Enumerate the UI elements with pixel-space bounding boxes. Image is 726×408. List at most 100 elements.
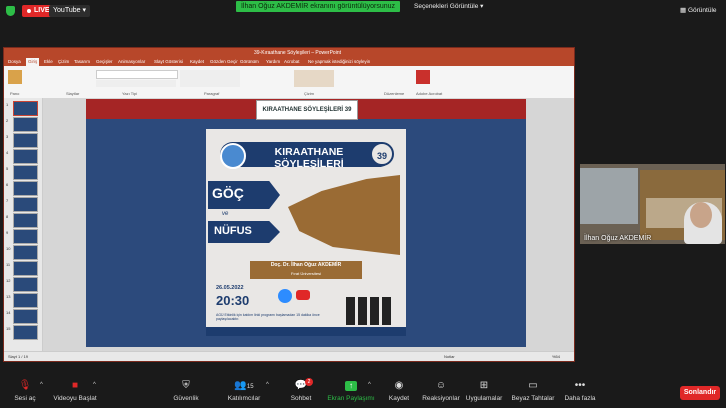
slide-thumbnail[interactable] [13, 325, 38, 340]
chat-unread-badge: 2 [305, 378, 313, 386]
slide-thumbnail[interactable] [13, 277, 38, 292]
ppt-tab[interactable]: Giriş [26, 58, 40, 66]
slide-thumbnail[interactable] [13, 133, 38, 148]
end-meeting-button[interactable]: Sonlandır [680, 386, 720, 400]
ppt-tab[interactable]: Gözden Geçir [210, 58, 238, 66]
thumb-number: 6 [6, 182, 9, 187]
thumb-number: 15 [6, 326, 11, 331]
slide-thumbnail[interactable] [13, 165, 38, 180]
more-button[interactable]: ••• Daha fazla [562, 374, 598, 408]
start-video-button[interactable]: ■ Videoyu Başlat [52, 374, 98, 408]
slide-thumbnail[interactable] [13, 149, 38, 164]
ppt-tab[interactable]: Yardım [266, 58, 280, 66]
start-video-label: Videoyu Başlat [53, 395, 97, 402]
record-button[interactable]: ◉ Kaydet [385, 374, 413, 408]
slide-header-title: KIRAATHANE SÖYLEŞİLERİ [262, 107, 344, 113]
chat-label: Sohbet [290, 395, 312, 402]
slide-counter: Slayt 1 / 19 [8, 354, 29, 359]
youtube-dropdown[interactable]: YouTube ▾ [49, 5, 90, 17]
participants-button[interactable]: 👥15 Katılımcılar [224, 374, 264, 408]
ribbon-group-label: Düzenleme [384, 91, 405, 96]
ribbon-group-label: Pano [10, 91, 20, 96]
apps-icon: ⊞ [479, 380, 489, 391]
slide-thumbnail[interactable] [13, 229, 38, 244]
chevron-up-icon[interactable]: ^ [93, 382, 96, 388]
thumb-number: 3 [6, 134, 9, 139]
slide-thumbnail-pane: 1 2 3 4 5 6 7 8 9 10 11 12 13 14 15 [4, 98, 43, 351]
thumb-number: 2 [6, 118, 9, 123]
slide[interactable]: KIRAATHANE SÖYLEŞİLERİ 39 KIRAATHANE SÖY… [86, 99, 526, 347]
slide-thumbnail[interactable] [13, 213, 38, 228]
gallery-view-button[interactable]: ▦ Görüntüle [680, 6, 717, 14]
chevron-up-icon[interactable]: ^ [40, 382, 43, 388]
youtube-logo-icon [296, 290, 310, 300]
unmute-button[interactable]: 🎙 Sesi aç [8, 374, 42, 408]
whiteboards-button[interactable]: ▭ Beyaz Tahtalar [510, 374, 556, 408]
unmute-label: Sesi aç [14, 395, 36, 402]
ppt-tab[interactable]: Ekle [44, 58, 53, 66]
chevron-up-icon[interactable]: ^ [266, 382, 269, 388]
social-column [382, 297, 391, 325]
screen-share-banner: İlhan Oğuz AKDEMİR ekranını görüntülüyor… [236, 1, 400, 12]
chat-button[interactable]: 💬 2 Sohbet [286, 374, 316, 408]
shield-icon[interactable] [6, 6, 15, 16]
ribbon-group-label: Adobe Acrobat [416, 91, 443, 96]
zoom-level[interactable]: %54 [552, 352, 560, 361]
apps-button[interactable]: ⊞ Uygulamalar [464, 374, 504, 408]
thumb-number: 13 [6, 294, 11, 299]
paste-icon[interactable] [8, 70, 22, 84]
poster-date: 26.05.2022 [216, 285, 244, 291]
slide-thumbnail[interactable] [13, 117, 38, 132]
poster-time: 20:30 [216, 293, 250, 308]
reactions-button[interactable]: ☺ Reaksiyonlar [420, 374, 462, 408]
youtube-label: YouTube [53, 7, 81, 14]
adobe-pdf-icon[interactable] [416, 70, 430, 84]
ppt-tab[interactable]: Animasyonlar [118, 58, 145, 66]
font-format-buttons[interactable] [96, 80, 176, 87]
slide-thumbnail[interactable] [13, 245, 38, 260]
thumb-number: 9 [6, 230, 9, 235]
security-button[interactable]: ⛨ Güvenlik [170, 374, 202, 408]
slide-thumbnail[interactable] [13, 181, 38, 196]
ppt-tab[interactable]: Acrobat [284, 58, 300, 66]
ppt-tab[interactable]: Geçişler [96, 58, 113, 66]
ppt-tab[interactable]: Slayt Gösterisi [154, 58, 183, 66]
apps-label: Uygulamalar [465, 395, 503, 402]
ppt-tab[interactable]: Dosya [8, 58, 21, 66]
ppt-tab[interactable]: Çizim [58, 58, 69, 66]
ppt-ribbon: Pano Slaytlar Yazı Tipi Paragraf Çizim D… [4, 66, 574, 99]
share-screen-button[interactable]: ↑ Ekran Paylaşımı [326, 374, 376, 408]
poster-note: AGÜ Etkinlik için katılım linki programı… [216, 313, 320, 321]
poster-title: KIRAATHANE SÖYLEŞİLERİ [274, 146, 344, 170]
shapes-gallery[interactable] [294, 70, 334, 87]
camera-off-icon: ■ [71, 380, 79, 391]
participant-name: İlhan Oğuz AKDEMİR [584, 235, 652, 242]
poster-speaker: Doç. Dr. İlhan Oğuz AKDEMİR [270, 262, 342, 268]
ppt-window-title: 39-Kıraathane Söyleşileri – PowerPoint [254, 50, 341, 56]
view-options-button[interactable]: Seçenekleri Görüntüle ▾ [414, 1, 483, 12]
notes-button[interactable]: Notlar [444, 352, 455, 361]
font-family-select[interactable] [96, 70, 178, 79]
paragraph-buttons[interactable] [180, 70, 240, 87]
slide-thumbnail[interactable] [13, 197, 38, 212]
ribbon-group-label: Yazı Tipi [122, 91, 138, 96]
chevron-down-icon: ▾ [82, 7, 86, 14]
participant-video[interactable] [580, 164, 725, 244]
ppt-title-bar: 39-Kıraathane Söyleşileri – PowerPoint [4, 48, 574, 58]
ppt-tab[interactable]: Görünüm [240, 58, 259, 66]
thumb-number: 8 [6, 214, 9, 219]
slide-thumbnail[interactable] [13, 261, 38, 276]
ppt-tell-me[interactable]: Ne yapmak istediğinizi söyleyin [308, 58, 370, 66]
slide-thumbnail[interactable] [13, 309, 38, 324]
ppt-tab[interactable]: Kaydet [190, 58, 204, 66]
poster-bottom-strip [206, 327, 406, 336]
slide-header-number: 39 [344, 107, 352, 113]
slide-thumbnail[interactable] [13, 293, 38, 308]
reactions-label: Reaksiyonlar [422, 395, 460, 402]
ppt-tab[interactable]: Tasarım [74, 58, 90, 66]
social-column [370, 297, 379, 325]
security-label: Güvenlik [173, 395, 199, 402]
slide-thumbnail[interactable] [13, 101, 38, 116]
chevron-up-icon[interactable]: ^ [368, 382, 371, 388]
ribbon-group-label: Slaytlar [66, 91, 80, 96]
